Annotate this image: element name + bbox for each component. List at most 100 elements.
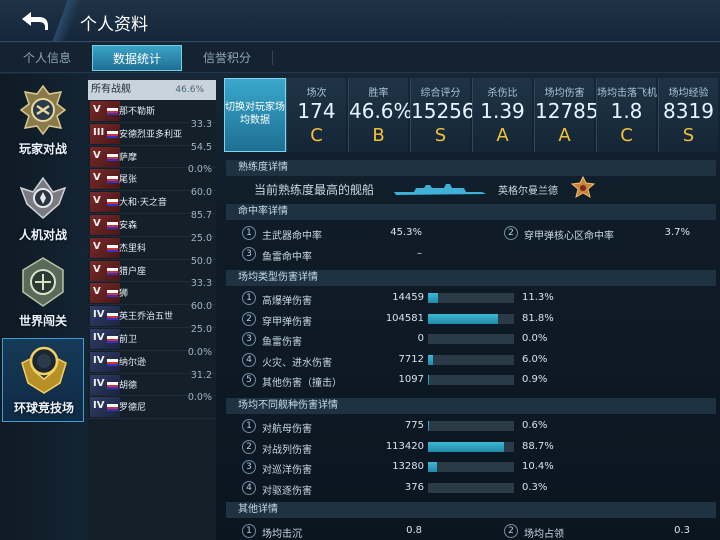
damage_type-bar bbox=[428, 313, 514, 324]
other-label: 场均占领 bbox=[524, 529, 564, 540]
damage_type-number: 3 bbox=[242, 332, 256, 346]
damage_class-label: 对巡洋伤害 bbox=[262, 465, 312, 476]
flag-icon bbox=[107, 404, 118, 412]
flag-icon bbox=[107, 222, 118, 229]
stat-value: 1.39 bbox=[480, 99, 525, 123]
damage_class-pct: 0.6% bbox=[522, 420, 548, 431]
stat-grade: A bbox=[558, 125, 571, 146]
ship-win-rate: 0.0% bbox=[187, 164, 212, 176]
ship-win-rate: 33.3 bbox=[190, 118, 212, 130]
stat-label: 场均击落飞机 bbox=[597, 88, 657, 99]
proficiency-section: 当前熟练度最高的舰船 英格尔曼兰德 bbox=[226, 176, 716, 200]
ship-tier: V bbox=[93, 172, 101, 184]
mode-arena-label: 环球竞技场 bbox=[13, 401, 74, 415]
hit-rate-number: 2 bbox=[504, 226, 518, 240]
mode-pvp[interactable]: 玩家对战 bbox=[2, 80, 84, 164]
ship-name: 杰里科 bbox=[119, 243, 147, 254]
ship-name: 罗德尼 bbox=[119, 403, 147, 414]
stat-column: 场次 174 C bbox=[286, 78, 346, 152]
ship-tier: V bbox=[93, 218, 101, 229]
damage_class-pct: 88.7% bbox=[522, 440, 554, 452]
stat-column: 场均伤害 127850 A bbox=[534, 78, 611, 152]
ship-tier: V bbox=[93, 263, 101, 275]
proficiency-medal-icon bbox=[570, 176, 596, 198]
ship-win-rate: 60.0 bbox=[190, 301, 212, 313]
ship-win-rate: 85.7 bbox=[190, 210, 212, 221]
page-title: 个人资料 bbox=[80, 15, 148, 35]
damage_class-number: 2 bbox=[242, 439, 256, 454]
mode-global-arena[interactable]: 环球竞技场 bbox=[2, 338, 84, 422]
ship-thumbnail: IV bbox=[90, 351, 120, 372]
stat-grade: C bbox=[620, 125, 633, 146]
stat-grade: S bbox=[682, 125, 695, 146]
damage_type-value: 14459 bbox=[392, 292, 424, 303]
all-ships-label: 所有战舰 bbox=[91, 84, 131, 95]
ship-win-rate: 60.0 bbox=[190, 187, 212, 199]
damage_class-pct: 10.4% bbox=[522, 461, 554, 472]
switch-stats-button[interactable]: 切换对玩家场均数据 bbox=[224, 78, 286, 152]
stat-label: 胜率 bbox=[368, 88, 389, 99]
mode-pve[interactable]: 人机对战 bbox=[2, 166, 84, 250]
stat-label: 场均伤害 bbox=[544, 88, 585, 99]
other-section: 1 场均击沉 0.8 2 场均占领 0.3 bbox=[226, 518, 716, 540]
damage_class-label: 对航母伤害 bbox=[262, 424, 312, 435]
damage_type-number: 5 bbox=[242, 373, 256, 387]
other-section-title: 其他详情 bbox=[226, 502, 716, 518]
proficiency-text: 当前熟练度最高的舰船 bbox=[254, 183, 375, 197]
ship-list-header-all[interactable]: 所有战舰 46.6% bbox=[88, 80, 216, 100]
flag-icon bbox=[107, 176, 118, 184]
stat-column: 场均经验 8319 S bbox=[658, 78, 718, 152]
damage_type-number: 4 bbox=[242, 352, 256, 367]
hit-rate-label: 穿甲弹核心区命中率 bbox=[524, 231, 614, 242]
other-value: 0.3 bbox=[674, 525, 690, 536]
ship-thumbnail: V bbox=[90, 192, 120, 213]
ship-list: 所有战舰 46.6% V 那不勒斯 III 安德烈亚多利亚 33.3 V 萨摩 54.5 V 尾张… bbox=[88, 80, 216, 540]
damage_type-bar bbox=[428, 375, 514, 385]
stats-summary: 切换对玩家场均数据 场次 174 C 胜率 46.6% B 综合评分 152562 S 杀伤比 1.… bbox=[222, 78, 720, 152]
stat-grade: A bbox=[496, 125, 509, 146]
damage_type-value: 1097 bbox=[398, 374, 424, 385]
pvp-emblem-icon bbox=[19, 84, 67, 136]
damage_type-bar-fill bbox=[428, 375, 429, 385]
ship-tier: V bbox=[93, 104, 101, 115]
ship-tier: IV bbox=[93, 400, 105, 412]
all-ships-pct: 46.6% bbox=[175, 85, 204, 95]
header-bar: 个人资料 bbox=[0, 0, 720, 42]
flag-icon bbox=[107, 130, 118, 138]
back-button[interactable] bbox=[6, 4, 62, 38]
stat-column: 场均击落飞机 1.8 C bbox=[596, 78, 657, 152]
other-number: 2 bbox=[504, 524, 518, 538]
damage_class-number: 3 bbox=[242, 460, 256, 474]
damage_class-value: 376 bbox=[404, 481, 424, 493]
stat-column: 胜率 46.6% B bbox=[348, 78, 413, 152]
ship-win-rate: 0.0% bbox=[187, 392, 212, 404]
tab-reputation[interactable]: 信誉积分 bbox=[182, 45, 272, 71]
ship-row[interactable]: IV 罗德尼 0.0% bbox=[88, 392, 216, 420]
ship-tier: IV bbox=[93, 354, 105, 366]
damage_class-bar bbox=[428, 462, 514, 472]
mode-world-challenge[interactable]: 世界闯关 bbox=[2, 252, 84, 336]
tab-data-stats[interactable]: 数据统计 bbox=[92, 45, 182, 71]
tab-personal-info[interactable]: 个人信息 bbox=[2, 45, 92, 71]
flag-icon bbox=[107, 108, 118, 115]
damage_type-bar bbox=[428, 354, 514, 365]
ship-name: 英王乔治五世 bbox=[119, 312, 174, 323]
stat-label: 杀伤比 bbox=[487, 88, 518, 99]
damage_type-pct: 0.9% bbox=[522, 374, 548, 385]
damage_class-label: 对战列伤害 bbox=[262, 444, 312, 456]
hit-rate-label: 鱼雷命中率 bbox=[262, 252, 312, 263]
mode-pve-label: 人机对战 bbox=[18, 228, 67, 242]
stat-grade: C bbox=[310, 125, 323, 146]
flag-icon bbox=[107, 244, 118, 252]
flag-icon bbox=[107, 358, 118, 366]
ship-tier: IV bbox=[93, 332, 105, 343]
damage_class-bar-fill bbox=[428, 421, 429, 431]
damage-class-section: 1 对航母伤害 775 0.6% 2 对战列伤害 113420 88.7% 3 对巡洋伤害 1328… bbox=[226, 414, 716, 500]
damage_class-bar-fill bbox=[428, 441, 505, 452]
stat-value: 174 bbox=[297, 99, 336, 123]
damage_type-bar-fill bbox=[428, 313, 499, 324]
ship-name: 安森 bbox=[119, 221, 138, 231]
ship-thumbnail: IV bbox=[90, 374, 120, 395]
back-arrow-icon bbox=[22, 12, 48, 30]
damage_type-bar-fill bbox=[428, 293, 438, 303]
